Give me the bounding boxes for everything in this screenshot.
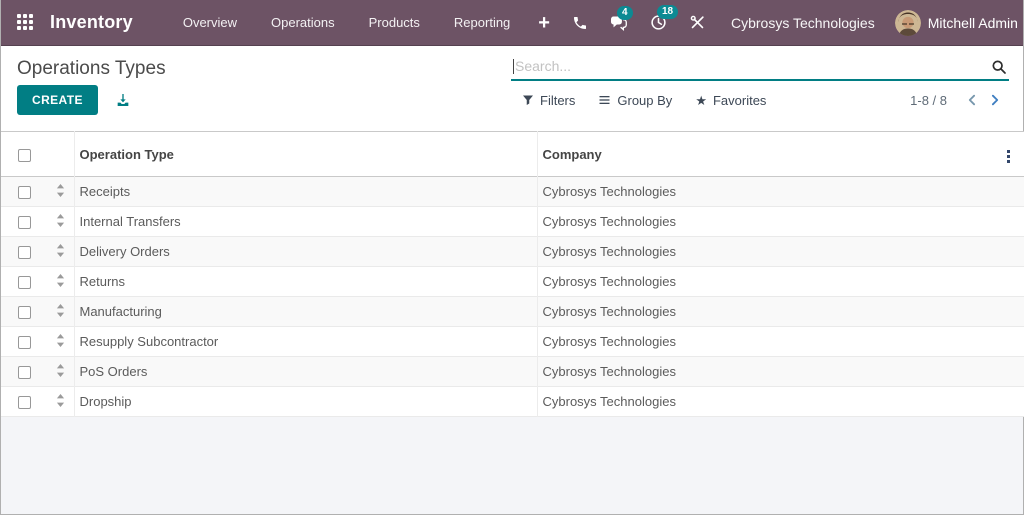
company-cell: Cybrosys Technologies [537,387,992,417]
company-cell: Cybrosys Technologies [537,297,992,327]
phone-icon [572,15,588,31]
drag-handle-icon[interactable] [56,364,65,377]
voip-button[interactable] [561,9,599,37]
drag-handle-icon[interactable] [56,334,65,347]
bars-icon [598,94,611,106]
group-by-button[interactable]: Group By [598,93,672,108]
filter-icon [522,94,534,106]
operation-type-cell: Receipts [74,177,537,207]
drag-handle-icon[interactable] [56,214,65,227]
select-all-checkbox[interactable] [18,149,31,162]
company-cell: Cybrosys Technologies [537,177,992,207]
row-checkbox[interactable] [18,366,31,379]
systray: + 4 18 Cybrosys Technologies Mitche [527,8,1018,37]
messages-button[interactable]: 4 [599,9,639,37]
pager-previous-button[interactable] [966,93,979,107]
table-row[interactable]: Delivery Orders Cybrosys Technologies [1,237,1024,267]
drag-handle-icon[interactable] [56,304,65,317]
app-window: Inventory Overview Operations Products R… [0,0,1024,515]
export-icon[interactable] [115,92,131,108]
create-button[interactable]: CREATE [17,85,98,115]
operation-type-cell: Manufacturing [74,297,537,327]
list-view: Operation Type Company Receipts Cybrosys… [1,131,1023,514]
search-box [511,56,1009,81]
chevron-left-icon [966,93,979,107]
company-switcher[interactable]: Cybrosys Technologies [731,15,875,31]
column-header-operation-type[interactable]: Operation Type [74,132,537,177]
row-checkbox[interactable] [18,186,31,199]
menu-item-products[interactable]: Products [352,1,437,44]
row-checkbox[interactable] [18,276,31,289]
company-cell: Cybrosys Technologies [537,267,992,297]
row-checkbox[interactable] [18,396,31,409]
user-menu[interactable]: Mitchell Admin [895,10,1018,36]
plus-icon: + [538,15,550,31]
table-row[interactable]: Receipts Cybrosys Technologies [1,177,1024,207]
activities-button[interactable]: 18 [639,8,678,37]
operation-types-table: Operation Type Company Receipts Cybrosys… [1,131,1024,417]
chevron-right-icon [988,93,1001,107]
table-row[interactable]: Manufacturing Cybrosys Technologies [1,297,1024,327]
company-cell: Cybrosys Technologies [537,207,992,237]
table-header-row: Operation Type Company [1,132,1024,177]
app-name[interactable]: Inventory [50,12,133,33]
drag-handle-icon[interactable] [56,244,65,257]
table-row[interactable]: PoS Orders Cybrosys Technologies [1,357,1024,387]
row-checkbox[interactable] [18,246,31,259]
debug-tools-button[interactable] [678,8,717,37]
table-row[interactable]: Returns Cybrosys Technologies [1,267,1024,297]
operation-type-cell: Resupply Subcontractor [74,327,537,357]
text-caret [513,59,514,74]
menu-item-overview[interactable]: Overview [166,1,254,44]
favorites-button[interactable]: ★ Favorites [695,93,766,108]
pager: 1-8 / 8 [910,93,1001,108]
control-panel: Operations Types CREATE Filters [1,46,1023,131]
tools-icon [689,14,706,31]
row-checkbox[interactable] [18,216,31,229]
main-menu: Overview Operations Products Reporting [166,1,527,44]
table-row[interactable]: Resupply Subcontractor Cybrosys Technolo… [1,327,1024,357]
apps-grid-icon[interactable] [17,14,35,32]
operation-type-cell: Dropship [74,387,537,417]
operation-types-rows: Receipts Cybrosys Technologies Internal … [1,177,1024,417]
optional-columns-icon[interactable] [1001,146,1016,167]
table-row[interactable]: Internal Transfers Cybrosys Technologies [1,207,1024,237]
search-options: Filters Group By ★ Favorites [522,93,766,108]
operation-type-cell: Returns [74,267,537,297]
company-cell: Cybrosys Technologies [537,357,992,387]
activities-badge: 18 [657,5,678,19]
company-cell: Cybrosys Technologies [537,327,992,357]
operation-type-cell: Internal Transfers [74,207,537,237]
empty-area [1,417,1023,514]
menu-item-operations[interactable]: Operations [254,1,352,44]
operation-type-cell: Delivery Orders [74,237,537,267]
pager-value[interactable]: 1-8 / 8 [910,93,947,108]
user-name: Mitchell Admin [928,15,1018,31]
row-checkbox[interactable] [18,306,31,319]
pager-next-button[interactable] [988,93,1001,107]
search-input[interactable] [515,58,983,74]
menu-item-reporting[interactable]: Reporting [437,1,527,44]
table-row[interactable]: Dropship Cybrosys Technologies [1,387,1024,417]
drag-handle-icon[interactable] [56,394,65,407]
messages-badge: 4 [617,6,633,20]
row-checkbox[interactable] [18,336,31,349]
column-header-company[interactable]: Company [537,132,992,177]
drag-handle-icon[interactable] [56,274,65,287]
search-icon[interactable] [991,59,1007,80]
navbar: Inventory Overview Operations Products R… [1,0,1023,46]
avatar [895,10,921,36]
quick-create-button[interactable]: + [527,9,561,37]
star-icon: ★ [695,94,707,107]
drag-handle-icon[interactable] [56,184,65,197]
filters-button[interactable]: Filters [522,93,575,108]
operation-type-cell: PoS Orders [74,357,537,387]
company-cell: Cybrosys Technologies [537,237,992,267]
page-title: Operations Types [17,56,166,81]
